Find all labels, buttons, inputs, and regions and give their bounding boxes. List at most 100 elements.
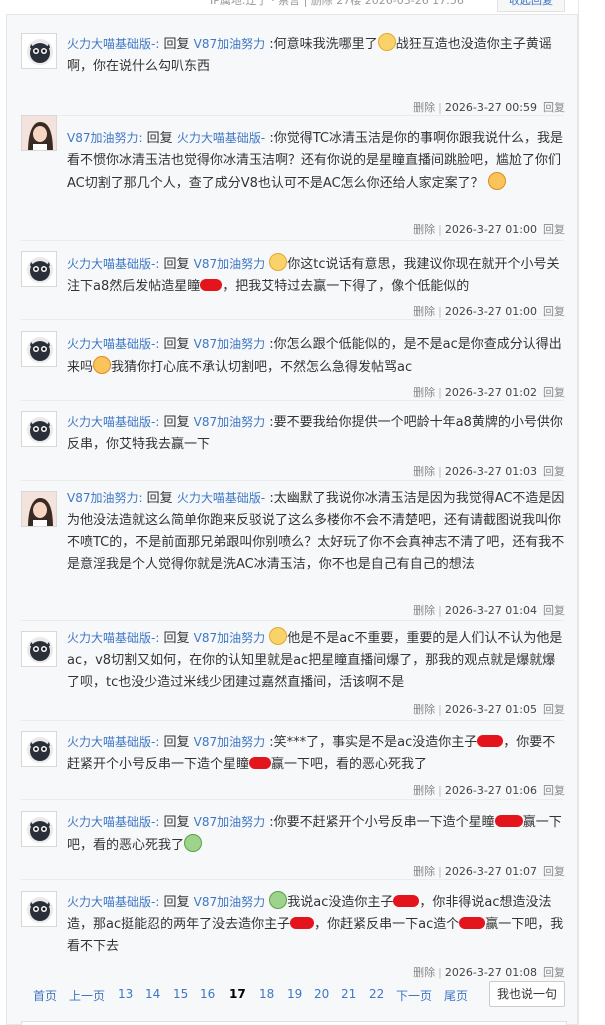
avatar[interactable] xyxy=(21,251,57,287)
page-last-link[interactable]: 尾页 xyxy=(444,987,468,1004)
reply-item: 火力大喵基础版-: 回复 V87加油努力 :要不要我给你提供一个吧龄十年a8黄牌… xyxy=(7,397,579,478)
reply-text: ，把我艾特过去赢一下得了，像个低能似的 xyxy=(222,279,470,294)
reply-word: 回复 xyxy=(163,37,190,52)
reply-date: 2026-3-27 01:04 xyxy=(444,604,537,617)
reply-footer: 删除 | 2026-3-27 01:04 回复 xyxy=(413,602,565,618)
page-link[interactable]: 21 xyxy=(341,987,356,1001)
reply-link[interactable]: 回复 xyxy=(543,703,565,716)
reply-word: 回复 xyxy=(163,337,190,352)
redaction-mark xyxy=(393,895,420,907)
reply-footer: 删除 | 2026-3-27 01:06 回复 xyxy=(413,782,565,798)
separator: | xyxy=(438,784,442,797)
page-link[interactable]: 20 xyxy=(314,987,329,1001)
reply-word: 回复 xyxy=(163,815,190,830)
page-next-link[interactable]: 下一页 xyxy=(396,987,432,1004)
delete-link[interactable]: 删除 xyxy=(413,784,435,797)
reply-text: 赢一下吧，看的恶心死我了 xyxy=(271,757,428,772)
separator: | xyxy=(438,703,442,716)
author-link[interactable]: 火力大喵基础版-: xyxy=(67,257,159,271)
author-link[interactable]: 火力大喵基础版-: xyxy=(67,895,159,909)
delete-link[interactable]: 删除 xyxy=(413,703,435,716)
reply-item: 火力大喵基础版-: 回复 V87加油努力 :你怎么跟个低能似的，是不是ac是你查… xyxy=(7,317,579,399)
smile-emoji-icon xyxy=(269,627,288,645)
sick-emoji-icon xyxy=(269,891,288,909)
reply-text: 我说ac没造你主子 xyxy=(287,895,394,910)
target-user-link[interactable]: V87加油努力 xyxy=(194,815,265,829)
reply-text: :你要不赶紧开个小号反串一下造个星瞳 xyxy=(269,815,495,830)
avatar[interactable] xyxy=(21,331,57,367)
collapse-replies-button[interactable]: 收起回复 xyxy=(497,0,565,12)
author-link[interactable]: V87加油努力: xyxy=(67,491,143,505)
reply-link[interactable]: 回复 xyxy=(543,966,565,979)
avatar[interactable] xyxy=(21,731,57,767)
floor-topbar: IP属地:辽宁 · 禁言 | 删除 27楼 2026-03-26 17:56 收… xyxy=(0,0,605,12)
reply-link[interactable]: 回复 xyxy=(543,223,565,236)
redaction-mark xyxy=(477,735,504,747)
avatar[interactable] xyxy=(21,631,57,667)
page-prev-link[interactable]: 上一页 xyxy=(69,987,105,1004)
author-link[interactable]: 火力大喵基础版-: xyxy=(67,631,159,645)
tongue-emoji-icon xyxy=(93,356,112,374)
target-user-link[interactable]: V87加油努力 xyxy=(194,415,265,429)
reply-content: 火力大喵基础版-: 回复 V87加油努力 我说ac没造你主子 ，你非得说ac想造没… xyxy=(67,891,567,958)
page-link[interactable]: 16 xyxy=(200,987,215,1001)
author-link[interactable]: V87加油努力: xyxy=(67,131,143,145)
page-link[interactable]: 19 xyxy=(287,987,302,1001)
target-user-link[interactable]: V87加油努力 xyxy=(194,337,265,351)
page-link[interactable]: 14 xyxy=(145,987,160,1001)
target-user-link[interactable]: V87加油努力 xyxy=(194,257,265,271)
reply-word: 回复 xyxy=(163,631,190,646)
avatar[interactable] xyxy=(21,411,57,447)
author-link[interactable]: 火力大喵基础版-: xyxy=(67,37,159,51)
reply-date: 2026-3-27 01:00 xyxy=(444,223,537,236)
avatar[interactable] xyxy=(21,811,57,847)
avatar[interactable] xyxy=(21,33,57,69)
reply-footer: 删除 | 2026-3-27 01:00 回复 xyxy=(413,221,565,237)
delete-link[interactable]: 删除 xyxy=(413,966,435,979)
reply-text: ，你赶紧反串一下ac造个 xyxy=(314,917,460,932)
reply-word: 回复 xyxy=(146,491,173,506)
target-user-link[interactable]: V87加油努力 xyxy=(194,735,265,749)
author-link[interactable]: 火力大喵基础版-: xyxy=(67,735,159,749)
avatar[interactable] xyxy=(21,115,57,151)
reply-word: 回复 xyxy=(163,257,190,272)
page-current: 17 xyxy=(229,987,246,1001)
author-link[interactable]: 火力大喵基础版-: xyxy=(67,415,159,429)
separator: | xyxy=(438,966,442,979)
target-user-link[interactable]: V87加油努力 xyxy=(194,895,265,909)
delete-link[interactable]: 删除 xyxy=(413,223,435,236)
page-link[interactable]: 22 xyxy=(369,987,384,1001)
page-link[interactable]: 18 xyxy=(259,987,274,1001)
redaction-mark xyxy=(200,279,223,291)
separator: | xyxy=(438,223,442,236)
target-user-link[interactable]: 火力大喵基础版- xyxy=(177,131,265,145)
reply-content: V87加油努力: 回复 火力大喵基础版- :太幽默了我说你冰清玉洁是因为我觉得A… xyxy=(67,487,567,576)
reply-content: 火力大喵基础版-: 回复 V87加油努力 :何意味我洗哪里了 战狂互造也没造你主子… xyxy=(67,33,567,78)
reply-editor-box[interactable] xyxy=(21,1021,567,1025)
reply-content: 火力大喵基础版-: 回复 V87加油努力 :你怎么跟个低能似的，是不是ac是你查… xyxy=(67,333,567,379)
target-user-link[interactable]: V87加油努力 xyxy=(194,37,265,51)
reply-item: 火力大喵基础版-: 回复 V87加油努力 :你要不赶紧开个小号反串一下造个星瞳赢… xyxy=(7,797,579,878)
target-user-link[interactable]: V87加油努力 xyxy=(194,631,265,645)
target-user-link[interactable]: 火力大喵基础版- xyxy=(177,491,265,505)
redaction-mark xyxy=(290,917,315,929)
reply-content: 火力大喵基础版-: 回复 V87加油努力 :要不要我给你提供一个吧龄十年a8黄牌… xyxy=(67,411,567,456)
reply-word: 回复 xyxy=(163,735,190,750)
avatar[interactable] xyxy=(21,491,57,527)
write-reply-button[interactable]: 我也说一句 xyxy=(489,981,565,1007)
author-link[interactable]: 火力大喵基础版-: xyxy=(67,815,159,829)
page-first-link[interactable]: 首页 xyxy=(33,987,57,1004)
author-link[interactable]: 火力大喵基础版-: xyxy=(67,337,159,351)
reply-link[interactable]: 回复 xyxy=(543,784,565,797)
reply-word: 回复 xyxy=(146,131,173,146)
reply-text: 我猜你打心底不承认切割吧，不然怎么急得发帖骂ac xyxy=(111,360,413,375)
page-link[interactable]: 15 xyxy=(173,987,188,1001)
delete-link[interactable]: 删除 xyxy=(413,604,435,617)
reply-footer: 删除 | 2026-3-27 01:08 回复 xyxy=(413,964,565,980)
reply-link[interactable]: 回复 xyxy=(543,604,565,617)
redaction-mark xyxy=(494,815,523,827)
page-link[interactable]: 13 xyxy=(118,987,133,1001)
reply-content: 火力大喵基础版-: 回复 V87加油努力 他是不是ac不重要，重要的是人们认不认… xyxy=(67,627,567,694)
reply-footer: 删除 | 2026-3-27 01:05 回复 xyxy=(413,701,565,717)
avatar[interactable] xyxy=(21,891,57,927)
